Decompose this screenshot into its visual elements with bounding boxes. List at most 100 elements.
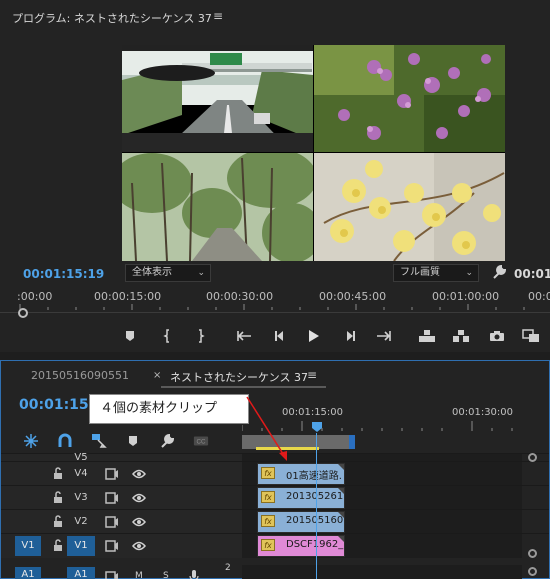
timeline-clip[interactable]: fx 201305261: [257, 487, 345, 509]
sync-lock-icon[interactable]: [105, 540, 119, 552]
scroll-handle-top[interactable]: [528, 453, 537, 462]
annotation-callout: ４個の素材クリップ: [89, 394, 249, 424]
program-monitor-header: プログラム: ネストされたシーケンス 37 ≡: [0, 0, 550, 30]
settings-wrench-icon[interactable]: [159, 433, 175, 449]
track-v1: V1 V1 fx DSCF1962_: [1, 533, 549, 558]
track-label[interactable]: A1: [67, 567, 95, 579]
source-patch-a1[interactable]: A1: [15, 567, 41, 579]
lock-icon[interactable]: [52, 491, 64, 504]
tab-nested-sequence[interactable]: ネストされたシーケンス 37: [170, 369, 308, 385]
program-playhead-handle[interactable]: [18, 308, 28, 318]
vertical-scrollbar[interactable]: [528, 453, 537, 577]
program-video-frame[interactable]: [122, 45, 505, 261]
eye-icon[interactable]: [132, 469, 146, 479]
ruler-label: 00:01: [528, 290, 550, 303]
timeline-playhead-handle[interactable]: [311, 421, 323, 433]
timeline-toolbar: CC: [1, 431, 241, 451]
step-forward-icon[interactable]: [340, 326, 360, 346]
ruler-label: 00:00:45:00: [319, 290, 387, 303]
panel-menu-icon[interactable]: ≡: [213, 9, 223, 23]
eye-icon[interactable]: [132, 517, 146, 527]
chevron-down-icon: ⌄: [465, 268, 473, 278]
scroll-handle-bottom[interactable]: [528, 549, 537, 558]
lift-icon[interactable]: [417, 326, 437, 346]
playhead-timecode[interactable]: 00:01:15:19: [23, 267, 104, 281]
linked-selection-icon[interactable]: [91, 433, 107, 449]
playback-resolution-value: フル画質: [400, 267, 440, 278]
solo-button[interactable]: S: [163, 571, 169, 579]
scroll-handle[interactable]: [528, 567, 537, 576]
add-marker-icon[interactable]: [125, 433, 141, 449]
nest-icon[interactable]: [23, 433, 39, 449]
track-label[interactable]: V4: [69, 468, 93, 479]
chevron-down-icon: ⌄: [197, 268, 205, 278]
snap-magnet-icon[interactable]: [57, 433, 73, 449]
play-icon[interactable]: [304, 326, 324, 346]
extract-icon[interactable]: [451, 326, 471, 346]
program-time-ruler[interactable]: :00:00 00:00:15:00 00:00:30:00 00:00:45:…: [0, 286, 550, 310]
video-highway-quadrant: [122, 45, 313, 152]
add-marker-icon[interactable]: [120, 326, 140, 346]
sync-lock-icon[interactable]: [105, 516, 119, 528]
video-yellow-flowers-quadrant: [314, 153, 505, 261]
ruler-baseline: [0, 312, 550, 313]
lock-icon[interactable]: [52, 467, 64, 480]
go-to-out-icon[interactable]: [374, 326, 394, 346]
tab-sequence-source[interactable]: 20150516090551: [31, 369, 129, 382]
panel-menu-icon[interactable]: ≡: [307, 368, 317, 382]
mark-out-icon[interactable]: [190, 326, 210, 346]
timeline-ruler-label: 00:01:15:00: [282, 407, 344, 418]
settings-wrench-icon[interactable]: [491, 264, 507, 280]
close-tab-icon[interactable]: ×: [153, 370, 161, 381]
zoom-level-select[interactable]: 全体表示 ⌄: [125, 264, 211, 282]
program-monitor-title[interactable]: プログラム: ネストされたシーケンス 37: [12, 10, 212, 26]
captions-icon[interactable]: CC: [193, 433, 209, 449]
timeline-clip[interactable]: fx DSCF1962_: [257, 535, 345, 557]
track-header: V1 V1: [1, 534, 242, 558]
timeline-timecode[interactable]: 00:01:15:: [19, 397, 94, 413]
track-label[interactable]: V3: [69, 492, 93, 503]
transport-controls: [0, 326, 550, 348]
button-editor-icon[interactable]: [521, 326, 541, 346]
step-back-icon[interactable]: [270, 326, 290, 346]
clip-corner: [338, 488, 344, 494]
timeline-playhead-line: [316, 433, 317, 579]
video-forest-quadrant: [122, 153, 313, 261]
track-lane[interactable]: [242, 565, 522, 579]
timeline-clip[interactable]: fx 201505160: [257, 511, 345, 533]
sync-lock-icon[interactable]: [105, 571, 119, 579]
timeline-ruler-ticks: [242, 421, 513, 431]
lock-icon[interactable]: [52, 539, 64, 552]
clip-name: 201305261: [286, 491, 344, 502]
timeline-clip[interactable]: fx 01高速道路.: [257, 463, 345, 485]
sync-lock-icon[interactable]: [105, 492, 119, 504]
clip-name: 201505160: [286, 515, 344, 526]
track-header: V3: [1, 486, 242, 510]
ruler-ticks: [19, 304, 525, 310]
fx-badge: fx: [261, 515, 275, 527]
fx-badge: fx: [261, 491, 275, 503]
clip-corner: [338, 464, 344, 470]
export-frame-camera-icon[interactable]: [487, 326, 507, 346]
source-patch-v1[interactable]: V1: [15, 536, 41, 556]
mute-button[interactable]: M: [135, 571, 143, 579]
track-v3: V3 fx 201305261: [1, 485, 549, 510]
lock-icon[interactable]: [52, 515, 64, 528]
timeline-panel: 20150516090551 × ネストされたシーケンス 37 ≡ 00:01:…: [0, 360, 550, 579]
mark-in-icon[interactable]: [158, 326, 178, 346]
eye-icon[interactable]: [132, 541, 146, 551]
playback-resolution-select[interactable]: フル画質 ⌄: [393, 264, 479, 282]
track-label[interactable]: V1: [67, 536, 95, 556]
track-label[interactable]: V2: [69, 516, 93, 527]
sync-lock-icon[interactable]: [105, 468, 119, 480]
video-flowers-quadrant: [314, 45, 505, 152]
channel-count: 2: [225, 563, 231, 573]
zoom-level-value: 全体表示: [132, 267, 172, 278]
svg-text:CC: CC: [197, 439, 206, 446]
work-area-end-handle[interactable]: [349, 435, 355, 449]
go-to-in-icon[interactable]: [234, 326, 254, 346]
clip-corner: [338, 536, 344, 542]
microphone-icon[interactable]: [189, 569, 199, 579]
eye-icon[interactable]: [132, 493, 146, 503]
ruler-label: 00:01:00:00: [432, 290, 500, 303]
